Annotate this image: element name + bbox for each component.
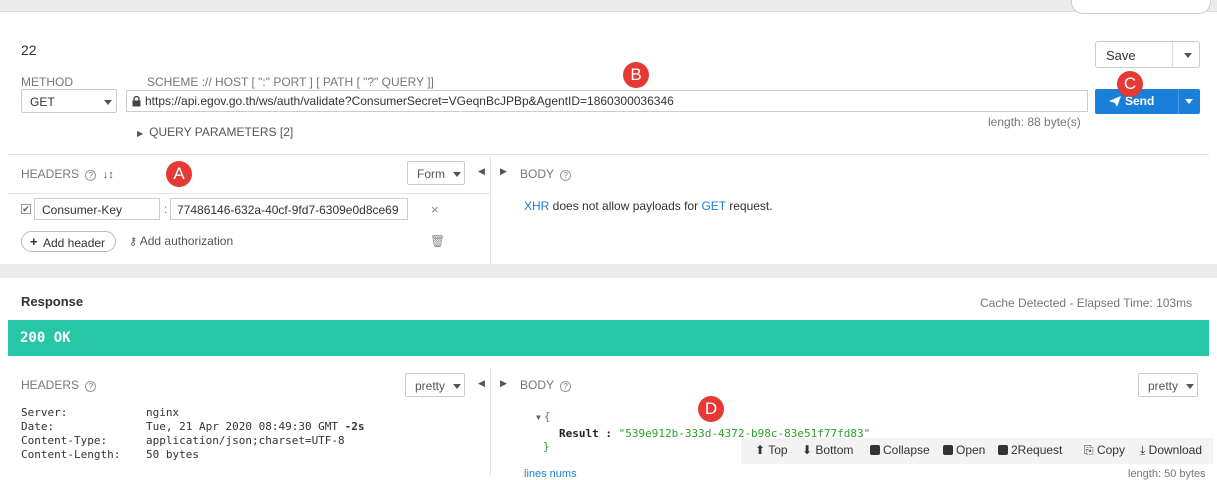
download-icon: ⤓ [1140, 443, 1146, 457]
add-authorization-link[interactable]: ⚷ Add authorization [129, 234, 233, 248]
response-length: length: 50 bytes [1128, 468, 1206, 480]
toolbar-download[interactable]: ⤓ Download [1140, 443, 1202, 458]
scheme-hint: SCHEME :// HOST [ ":" PORT ] [ PATH [ "?… [147, 75, 434, 89]
status-bar: 200 OK [8, 320, 1209, 356]
json-close: } [543, 440, 550, 453]
headers-label: HEADERS ? ↓↕ [21, 167, 114, 181]
arrow-up-circle-icon: ⬆ [755, 443, 766, 457]
header-key-input[interactable]: Consumer-Key [34, 198, 160, 220]
header-row: Date: Tue, 21 Apr 2020 08:49:30 GMT -2s [21, 420, 365, 433]
environment-button[interactable] [1071, 0, 1211, 14]
toolbar-top[interactable]: ⬆ Top [755, 443, 788, 457]
expand-right-icon[interactable]: ▶ [500, 166, 507, 177]
collapse-left-icon[interactable]: ◀ [478, 378, 485, 389]
json-open[interactable]: ▼{ [536, 410, 550, 423]
minus-square-icon [870, 445, 880, 455]
help-icon[interactable]: ? [85, 381, 97, 392]
chevron-down-icon [453, 172, 461, 177]
form-dropdown[interactable]: Form [407, 161, 465, 185]
headers-pretty-dropdown[interactable]: pretty [405, 373, 465, 397]
send-button[interactable]: Send [1095, 89, 1200, 114]
response-body-label: BODY ? [520, 378, 572, 392]
lines-nums-link[interactable]: lines nums [524, 468, 577, 480]
request-title: 22 [21, 42, 37, 58]
toolbar-2request[interactable]: 2Request [998, 443, 1062, 457]
body-label: BODY ? [520, 167, 572, 181]
body-pretty-dropdown[interactable]: pretty [1138, 373, 1198, 397]
remove-header-icon[interactable]: × [431, 202, 439, 217]
header-value-input[interactable]: 77486146-632a-40cf-9fd7-6309e0d8ce69 [170, 198, 408, 220]
response-title: Response [21, 294, 84, 309]
toolbar-bottom[interactable]: ⬇ Bottom [802, 443, 853, 457]
collapse-arrow-icon[interactable]: ▼ [536, 413, 541, 422]
header-row: Content-Type: application/json;charset=UT… [21, 434, 345, 447]
help-icon[interactable]: ? [560, 381, 572, 392]
method-label: METHOD [21, 75, 73, 89]
toolbar-open[interactable]: Open [943, 443, 985, 457]
chevron-down-icon [1186, 384, 1194, 389]
marker-c: C [1117, 71, 1143, 97]
url-text: https://api.egov.go.th/ws/auth/validate?… [145, 94, 674, 108]
header-row: Content-Length: 50 bytes [21, 448, 199, 461]
add-header-button[interactable]: + Add header [21, 231, 116, 252]
plus-icon: + [30, 234, 38, 249]
url-length: length: 88 byte(s) [988, 115, 1081, 129]
status-text: 200 OK [20, 330, 71, 346]
help-icon[interactable]: ? [560, 170, 572, 181]
lock-icon [132, 96, 141, 107]
arrow-down-circle-icon: ⬇ [802, 443, 813, 457]
body-message: XHR does not allow payloads for GET requ… [524, 199, 773, 213]
expand-right-icon[interactable]: ▶ [500, 378, 507, 389]
header-row: Server: nginx [21, 406, 180, 419]
response-headers-label: HEADERS ? [21, 378, 97, 392]
top-strip [0, 0, 1217, 12]
query-params-toggle[interactable]: ▶ QUERY PARAMETERS [2] [137, 125, 293, 139]
marker-d: D [698, 396, 724, 422]
chevron-down-icon [1185, 99, 1193, 104]
clipboard-icon: ⎘ [1084, 443, 1094, 457]
header-enabled-checkbox[interactable]: ✔ [21, 204, 31, 214]
copy-request-icon [998, 445, 1008, 455]
caret-right-icon: ▶ [137, 129, 144, 138]
help-icon[interactable]: ? [85, 170, 97, 181]
chevron-down-icon [453, 384, 461, 389]
save-button[interactable]: Save [1095, 41, 1200, 68]
marker-b: B [623, 62, 649, 88]
marker-a: A [166, 161, 192, 187]
sort-icon[interactable]: ↓↕ [103, 169, 114, 181]
paper-plane-icon [1109, 96, 1121, 107]
key-icon: ⚷ [129, 236, 138, 248]
section-separator [0, 264, 1217, 278]
response-headers-list: Server: nginx Date: Tue, 21 Apr 2020 08:49… [21, 406, 365, 462]
trash-icon[interactable]: 🗑 [430, 234, 445, 248]
chevron-down-icon [104, 100, 112, 105]
elapsed-time: Cache Detected - Elapsed Time: 103ms [980, 296, 1193, 310]
toolbar-collapse[interactable]: Collapse [870, 443, 930, 457]
method-select[interactable]: GET [21, 89, 117, 113]
toolbar-copy[interactable]: ⎘ Copy [1084, 443, 1125, 458]
chevron-down-icon [1184, 53, 1192, 58]
url-input[interactable]: https://api.egov.go.th/ws/auth/validate?… [126, 90, 1088, 112]
collapse-left-icon[interactable]: ◀ [478, 166, 485, 177]
plus-square-icon [943, 445, 953, 455]
